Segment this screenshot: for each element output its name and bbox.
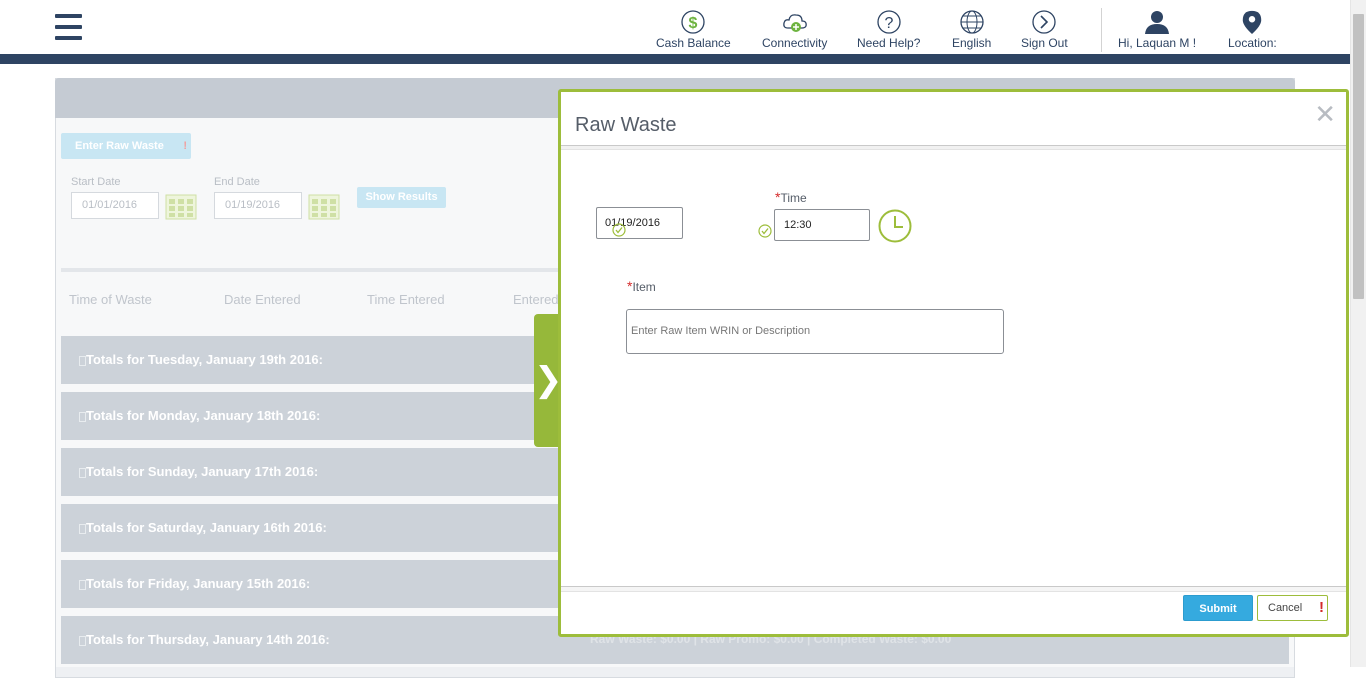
chevron-right-circle-icon bbox=[1032, 10, 1056, 34]
submit-button[interactable]: Submit bbox=[1183, 595, 1253, 621]
cancel-button[interactable]: Cancel ! bbox=[1257, 595, 1328, 621]
hamburger-menu-icon[interactable] bbox=[55, 14, 82, 42]
alert-icon: ! bbox=[1319, 599, 1324, 616]
enter-raw-waste-button[interactable]: Enter Raw Waste ! bbox=[61, 133, 191, 159]
cloud-connectivity-icon bbox=[782, 14, 807, 32]
totals-label: Totals for Saturday, January 16th 2016: bbox=[86, 520, 327, 535]
alert-icon: ! bbox=[183, 140, 187, 152]
scrollbar-thumb[interactable] bbox=[1353, 14, 1364, 299]
expand-icon bbox=[79, 355, 86, 366]
cash-balance-button[interactable]: $ Cash Balance bbox=[656, 10, 731, 50]
top-navigation-bar: $ Cash Balance Connectivity ? Need Help?… bbox=[0, 0, 1350, 54]
sign-out-button[interactable]: Sign Out bbox=[1021, 10, 1068, 50]
language-label: English bbox=[952, 36, 992, 50]
totals-label: Totals for Monday, January 18th 2016: bbox=[86, 408, 321, 423]
need-help-label: Need Help? bbox=[857, 36, 921, 50]
page-scrollbar[interactable] bbox=[1350, 0, 1366, 667]
item-search-input[interactable]: Enter Raw Item WRIN or Description bbox=[626, 309, 1004, 354]
cash-balance-label: Cash Balance bbox=[656, 36, 731, 50]
expand-icon bbox=[79, 579, 86, 590]
expand-icon bbox=[79, 635, 86, 646]
waste-date-input[interactable]: 01/19/2016 bbox=[596, 207, 683, 239]
time-label-text: Time bbox=[780, 191, 807, 205]
modal-header-divider bbox=[561, 145, 1346, 150]
expand-icon bbox=[79, 523, 86, 534]
totals-label: Totals for Thursday, January 14th 2016: bbox=[86, 632, 330, 647]
time-label: *Time bbox=[775, 189, 807, 205]
enter-raw-waste-label: Enter Raw Waste bbox=[75, 140, 164, 152]
start-date-label: Start Date bbox=[71, 176, 121, 188]
sign-out-label: Sign Out bbox=[1021, 36, 1068, 50]
dollar-icon: $ bbox=[681, 10, 706, 34]
need-help-button[interactable]: ? Need Help? bbox=[857, 10, 920, 50]
calendar-icon[interactable] bbox=[308, 192, 340, 220]
location-label: Location: bbox=[1228, 36, 1277, 50]
totals-label: Totals for Friday, January 15th 2016: bbox=[86, 576, 311, 591]
column-header: Date Entered bbox=[224, 292, 301, 307]
expand-icon bbox=[79, 467, 86, 478]
raw-waste-modal: Raw Waste ✕ 01/19/2016 *Time 12:30 *Item… bbox=[558, 89, 1349, 637]
modal-footer-divider bbox=[561, 586, 1346, 592]
calendar-icon[interactable] bbox=[165, 192, 197, 220]
user-icon bbox=[1145, 11, 1170, 34]
end-date-label: End Date bbox=[214, 176, 260, 188]
language-button[interactable]: English bbox=[952, 10, 991, 50]
column-header: Entered bbox=[513, 292, 559, 307]
nav-divider bbox=[1101, 8, 1102, 52]
svg-text:?: ? bbox=[884, 15, 893, 32]
close-icon[interactable]: ✕ bbox=[1314, 100, 1336, 130]
globe-icon bbox=[960, 10, 984, 34]
divider bbox=[61, 268, 561, 272]
totals-label: Totals for Sunday, January 17th 2016: bbox=[86, 464, 319, 479]
question-icon: ? bbox=[877, 10, 901, 34]
svg-text:$: $ bbox=[689, 15, 698, 32]
item-label: *Item bbox=[627, 278, 656, 294]
check-circle-icon bbox=[758, 224, 772, 238]
totals-label: Totals for Tuesday, January 19th 2016: bbox=[86, 352, 323, 367]
check-circle-icon bbox=[612, 223, 626, 237]
show-results-button[interactable]: Show Results bbox=[357, 187, 446, 208]
column-header: Time of Waste bbox=[69, 292, 152, 307]
cancel-label: Cancel bbox=[1268, 602, 1303, 614]
header-stripe bbox=[0, 54, 1350, 64]
user-profile-button[interactable]: Hi, Laquan M ! bbox=[1118, 10, 1196, 50]
connectivity-label: Connectivity bbox=[762, 36, 828, 50]
time-input[interactable]: 12:30 bbox=[774, 209, 870, 241]
location-button[interactable]: Location: bbox=[1228, 10, 1277, 50]
expand-icon bbox=[79, 411, 86, 422]
column-header: Time Entered bbox=[367, 292, 445, 307]
user-greeting: Hi, Laquan M ! bbox=[1118, 36, 1197, 50]
end-date-input[interactable]: 01/19/2016 bbox=[214, 192, 302, 219]
connectivity-button[interactable]: Connectivity bbox=[762, 10, 827, 50]
modal-title: Raw Waste bbox=[575, 114, 677, 136]
collapse-panel-tab[interactable]: ❯ bbox=[534, 314, 563, 447]
start-date-input[interactable]: 01/01/2016 bbox=[71, 192, 159, 219]
clock-icon[interactable] bbox=[878, 209, 912, 243]
location-pin-icon bbox=[1243, 10, 1262, 34]
item-label-text: Item bbox=[632, 280, 656, 294]
